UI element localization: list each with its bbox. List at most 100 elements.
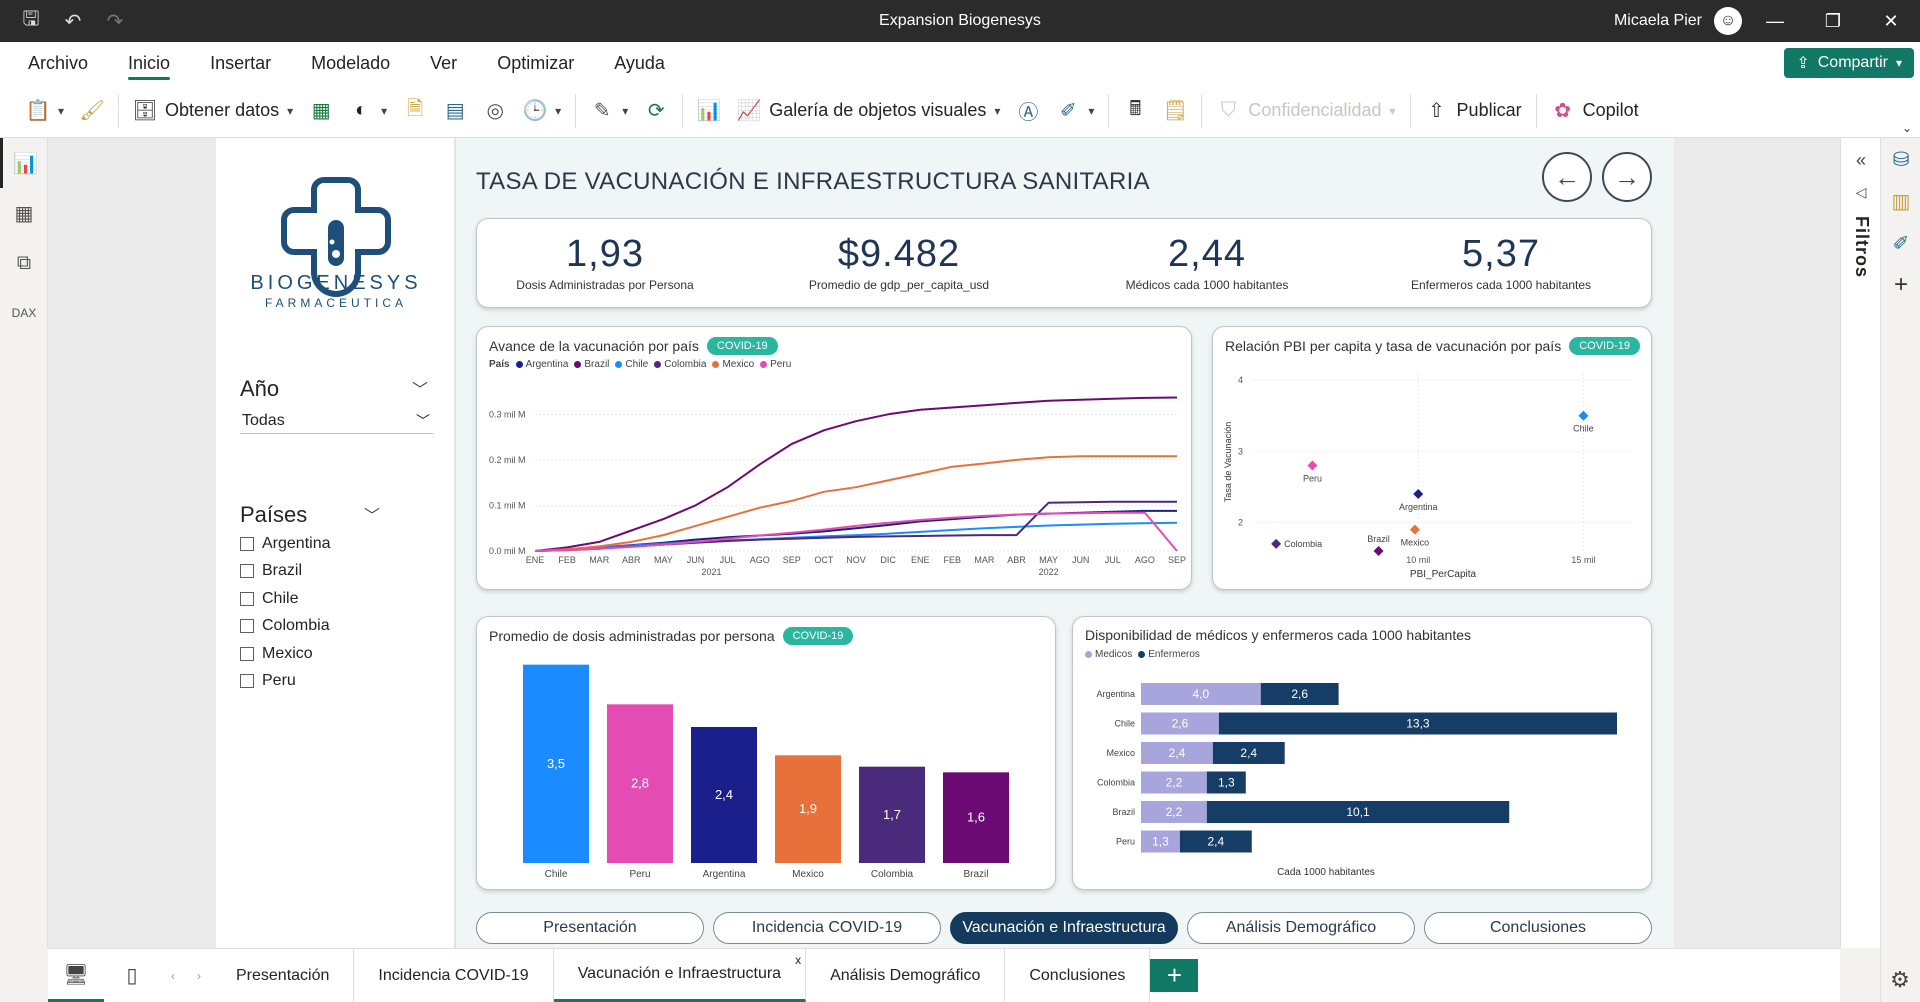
menu-ayuda[interactable]: Ayuda xyxy=(594,42,685,84)
scatter-point-chile xyxy=(1578,410,1589,421)
kpi-nurses: 5,37 Enfermeros cada 1000 habitantes xyxy=(1410,233,1592,292)
tab-presentacion[interactable]: Presentación xyxy=(212,949,355,1002)
text-box-button[interactable]: Ⓐ xyxy=(1008,91,1048,131)
data-pane-icon[interactable]: ⛁ xyxy=(1881,138,1920,180)
page-button-conclusiones[interactable]: Conclusiones xyxy=(1424,912,1652,944)
back-arrow-icon[interactable]: ← xyxy=(1542,152,1592,202)
country-option-peru[interactable]: Peru xyxy=(240,668,331,696)
line-chart-card[interactable]: Avance de la vacunación por país COVID-19… xyxy=(476,326,1192,590)
add-pane-icon[interactable]: + xyxy=(1881,264,1920,306)
chevron-down-icon[interactable]: ﹀ xyxy=(364,502,380,526)
format-painter-button[interactable]: 🖌 xyxy=(72,91,112,131)
scatter-chart-card[interactable]: Relación PBI per capita y tasa de vacuna… xyxy=(1212,326,1652,590)
add-page-button[interactable]: + xyxy=(1150,959,1199,992)
forward-arrow-icon[interactable]: → xyxy=(1602,152,1652,202)
country-option-mexico[interactable]: Mexico xyxy=(240,640,331,668)
column-chart-card[interactable]: Promedio de dosis administradas por pers… xyxy=(476,616,1056,890)
desktop-view-icon[interactable]: 🖥 xyxy=(48,949,104,1002)
close-tab-icon[interactable]: x xyxy=(795,953,801,967)
tab-vacunacion[interactable]: Vacunación e Infraestructura x xyxy=(553,949,807,1002)
user-avatar-icon[interactable]: ☺ xyxy=(1714,7,1742,35)
menu-inicio[interactable]: Inicio xyxy=(108,42,190,84)
tab-conclusiones[interactable]: Conclusiones xyxy=(1005,949,1151,1002)
gallery-icon: 📈 xyxy=(736,100,762,122)
tab-demografico[interactable]: Análisis Demográfico xyxy=(806,949,1006,1002)
new-visual-button[interactable]: 📊 xyxy=(689,91,729,131)
checkbox[interactable] xyxy=(240,674,254,689)
page-button-vacunacion[interactable]: Vacunación e Infraestructura xyxy=(950,912,1178,944)
recent-sources-button[interactable]: 🕒 ▾ xyxy=(515,91,569,131)
menu-archivo[interactable]: Archivo xyxy=(0,42,108,84)
restore-icon[interactable]: ❐ xyxy=(1804,0,1862,42)
x-tick-label: Chile xyxy=(545,869,568,880)
line-chart: 0.0 mil M 0.1 mil M 0.2 mil M 0.3 mil M ENE F… xyxy=(489,396,1186,577)
checkbox[interactable] xyxy=(240,646,254,661)
x-tick-label: SEP xyxy=(783,555,801,565)
table-icon: ▤ xyxy=(445,100,465,122)
menu-modelado[interactable]: Modelado xyxy=(291,42,410,84)
menu-ver[interactable]: Ver xyxy=(410,42,477,84)
point-label: Chile xyxy=(1573,424,1594,434)
page-button-demografico[interactable]: Análisis Demográfico xyxy=(1187,912,1415,944)
refresh-button[interactable]: ⟳ xyxy=(636,91,676,131)
year-dropdown[interactable]: Todas ﹀ xyxy=(240,408,434,434)
scroll-right-icon[interactable]: › xyxy=(186,949,212,1002)
country-option-chile[interactable]: Chile xyxy=(240,585,331,613)
data-hub-button[interactable]: ◐ ▾ xyxy=(341,91,395,131)
dataverse-button[interactable]: ◎ xyxy=(475,91,515,131)
page-button-presentacion[interactable]: Presentación xyxy=(476,912,704,944)
checkbox[interactable] xyxy=(240,536,254,551)
text-box-icon: Ⓐ xyxy=(1018,102,1039,124)
bar-value-label: 1,9 xyxy=(799,801,817,816)
minimize-icon[interactable]: — xyxy=(1746,0,1804,42)
x-tick-label: 10 mil xyxy=(1406,555,1430,565)
copilot-button[interactable]: ✿ Copilot xyxy=(1543,91,1647,131)
checkbox[interactable] xyxy=(240,564,254,579)
get-data-button[interactable]: 🗄 Obtener datos ▾ xyxy=(125,91,301,131)
bar-value-label: 2,6 xyxy=(1291,687,1308,701)
country-option-argentina[interactable]: Argentina xyxy=(240,530,331,558)
table-view-icon[interactable]: ▦ xyxy=(0,188,48,238)
publish-icon: ⇧ xyxy=(1428,100,1445,122)
menu-insertar[interactable]: Insertar xyxy=(190,42,291,84)
menu-optimizar[interactable]: Optimizar xyxy=(477,42,594,84)
model-view-icon[interactable]: ⧉ xyxy=(0,238,48,288)
bar-value-label: 13,3 xyxy=(1406,717,1430,731)
quick-measure-button[interactable]: 🗒 xyxy=(1155,91,1195,131)
format-icon[interactable]: ✐ xyxy=(1881,222,1920,264)
settings-gear-icon[interactable]: ⚙ xyxy=(1880,960,1920,1000)
confidentiality-button[interactable]: ⛉ Confidencialidad ▾ xyxy=(1208,91,1403,131)
share-button[interactable]: ⇪ Compartir ▾ xyxy=(1784,48,1914,78)
country-option-brazil[interactable]: Brazil xyxy=(240,558,331,586)
scroll-left-icon[interactable]: ‹ xyxy=(160,949,186,1002)
user-account[interactable]: Micaela Pier ☺ xyxy=(1614,7,1742,35)
country-option-colombia[interactable]: Colombia xyxy=(240,613,331,641)
filters-pane[interactable]: « ◁ Filtros xyxy=(1840,138,1880,948)
dax-query-icon[interactable]: DAX xyxy=(0,288,48,338)
stacked-bar-card[interactable]: Disponibilidad de médicos y enfermeros c… xyxy=(1072,616,1652,890)
more-visuals-button[interactable]: ✐ ▾ xyxy=(1048,91,1102,131)
filters-label[interactable]: Filtros xyxy=(1851,216,1872,278)
close-icon[interactable]: ✕ xyxy=(1862,0,1920,42)
mobile-view-icon[interactable]: ▯ xyxy=(104,949,160,1002)
visualizations-icon[interactable]: ▥ xyxy=(1881,180,1920,222)
enter-data-button[interactable]: ▤ xyxy=(435,91,475,131)
page-button-incidencia[interactable]: Incidencia COVID-19 xyxy=(713,912,941,944)
paste-button[interactable]: 📋 ▾ xyxy=(18,91,72,131)
report-view-icon[interactable]: 📊 xyxy=(0,138,48,188)
filter-funnel-icon[interactable]: ◁ xyxy=(1841,172,1881,212)
visual-gallery-button[interactable]: 📈 Galería de objetos visuales ▾ xyxy=(729,91,1008,131)
undo-icon[interactable]: ↶ xyxy=(60,8,86,34)
transform-data-button[interactable]: ✎ ▾ xyxy=(582,91,636,131)
tab-incidencia[interactable]: Incidencia COVID-19 xyxy=(354,949,554,1002)
new-measure-button[interactable]: 🖩 xyxy=(1115,91,1155,131)
sql-button[interactable]: 🗎 xyxy=(395,91,435,131)
checkbox[interactable] xyxy=(240,591,254,606)
chevron-down-icon[interactable]: ﹀ xyxy=(412,376,428,400)
publish-button[interactable]: ⇧ Publicar xyxy=(1417,91,1530,131)
redo-icon[interactable]: ↷ xyxy=(102,8,128,34)
excel-button[interactable]: ▦ xyxy=(301,91,341,131)
checkbox[interactable] xyxy=(240,619,254,634)
ribbon-collapse-icon[interactable]: ⌄ xyxy=(1902,121,1912,135)
save-icon[interactable]: 🖫 xyxy=(18,8,44,34)
